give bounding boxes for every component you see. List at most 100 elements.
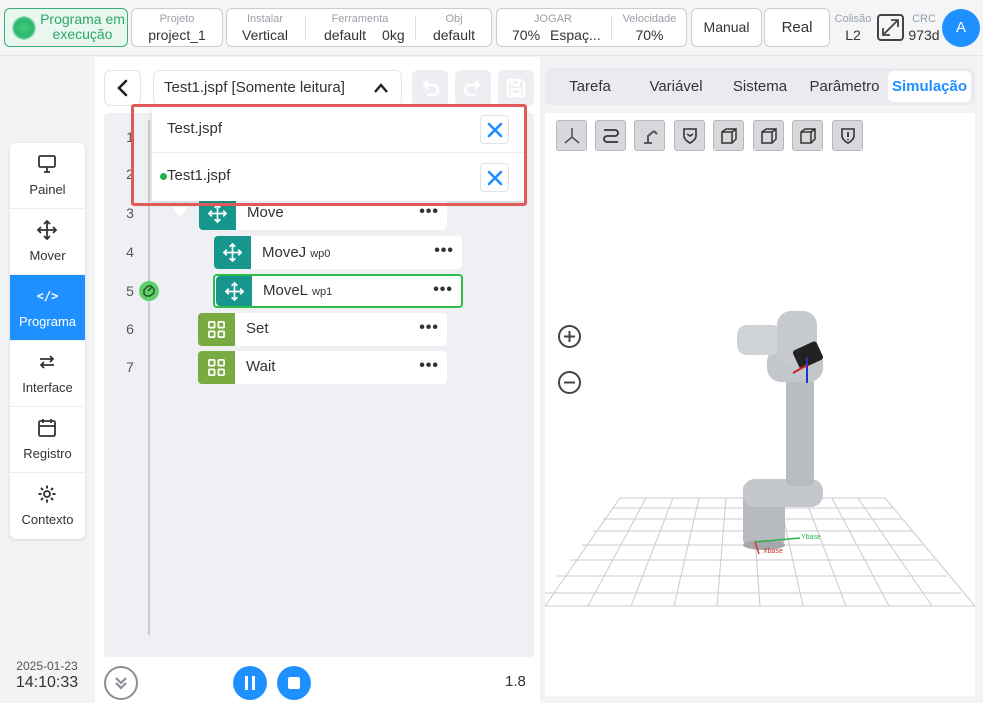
zoom-out-button[interactable] — [556, 369, 583, 396]
tab-sistema[interactable]: Sistema — [717, 71, 803, 102]
more-options-icon[interactable]: ••• — [434, 242, 454, 260]
shield-alert-icon — [841, 128, 855, 144]
real-mode-button[interactable]: Real — [764, 8, 830, 47]
nav-item-mover[interactable]: Mover — [10, 209, 85, 275]
user-avatar[interactable]: A — [942, 9, 980, 47]
nav-label: Registro — [23, 446, 72, 461]
close-file-button[interactable] — [480, 115, 509, 144]
object-value: default — [432, 27, 476, 43]
current-line-marker-icon — [139, 281, 159, 301]
crc-value: 973d — [908, 27, 940, 43]
save-icon — [506, 78, 526, 98]
robot-view-button[interactable] — [634, 120, 665, 151]
program-block-move[interactable]: Move ••• — [199, 197, 447, 230]
nav-item-registro[interactable]: Registro — [10, 407, 85, 473]
program-block-wait[interactable]: Wait ••• — [198, 351, 447, 384]
pause-button[interactable] — [233, 666, 267, 700]
redo-button[interactable] — [455, 70, 491, 106]
nav-item-interface[interactable]: Interface — [10, 341, 85, 407]
speed-readout: 1.8 — [505, 673, 526, 690]
nav-item-programa[interactable]: </> Programa — [10, 275, 85, 341]
grid-icon — [208, 321, 225, 338]
program-block-set[interactable]: Set ••• — [198, 313, 447, 346]
project-value: project_1 — [148, 27, 206, 43]
file-list-item[interactable]: Test1.jspf — [152, 153, 525, 200]
file-name: Test.jspf — [167, 120, 223, 137]
close-icon — [487, 122, 503, 138]
collapse-toggle-icon[interactable] — [172, 207, 188, 217]
line-number: 6 — [126, 321, 134, 337]
chevron-left-icon — [117, 79, 128, 97]
more-options-icon[interactable]: ••• — [419, 203, 439, 221]
object-selector[interactable]: Obj default — [417, 9, 491, 46]
zoom-in-button[interactable] — [556, 323, 583, 350]
safety-view-button[interactable] — [674, 120, 705, 151]
block-name: Move — [247, 204, 284, 221]
file-list-item[interactable]: Test.jspf — [152, 106, 525, 153]
active-file-indicator-icon — [160, 173, 167, 180]
block-name: Set — [246, 320, 269, 337]
running-indicator-icon — [12, 16, 36, 40]
program-block-movej[interactable]: MoveJ wp0 ••• — [214, 236, 462, 269]
program-block-movel[interactable]: MoveL wp1 ••• — [213, 274, 463, 308]
move-icon — [223, 243, 242, 262]
move-icon — [208, 204, 227, 223]
undo-button[interactable] — [412, 70, 448, 106]
tab-parametro[interactable]: Parâmetro — [803, 71, 886, 102]
manual-mode-button[interactable]: Manual — [691, 8, 762, 47]
zoom-out-icon — [558, 371, 581, 394]
tool-name: default — [324, 27, 367, 43]
speed-value: 70% — [635, 27, 664, 43]
install-selector[interactable]: Instalar Vertical — [227, 9, 303, 46]
tab-variavel[interactable]: Variável — [635, 71, 717, 102]
block-icon-bg — [199, 197, 236, 230]
file-selector[interactable]: Test1.jspf [Somente leitura] — [153, 70, 402, 106]
tool-label: Ferramenta — [331, 13, 389, 25]
nav-item-painel[interactable]: Painel — [10, 143, 85, 209]
object-label: Obj — [445, 13, 463, 25]
close-file-button[interactable] — [480, 163, 509, 192]
expand-icon[interactable] — [877, 14, 904, 41]
program-status-button[interactable]: Programa em execução — [4, 8, 128, 47]
simulation-viewport[interactable]: Ybase Xbase — [544, 113, 977, 696]
line-number: 5 — [126, 283, 134, 299]
path-view-button[interactable] — [595, 120, 626, 151]
pause-icon — [245, 676, 255, 690]
install-label: Instalar — [246, 13, 284, 25]
jog-selector[interactable]: JOGAR 70% Espaç... — [497, 9, 609, 46]
file-dropdown-list: Test.jspf Test1.jspf — [152, 106, 525, 201]
cube-icon — [761, 128, 777, 144]
more-options-icon[interactable]: ••• — [419, 357, 439, 375]
more-options-icon[interactable]: ••• — [433, 281, 453, 299]
axes-icon — [564, 128, 580, 144]
move-icon — [37, 220, 57, 240]
shield-icon — [683, 128, 697, 144]
axes-view-button[interactable] — [556, 120, 587, 151]
file-name: Test1.jspf — [167, 167, 231, 184]
block-name: MoveJ — [262, 244, 307, 261]
project-selector[interactable]: Projeto project_1 — [131, 8, 223, 47]
jog-percent: 70% — [512, 27, 541, 43]
speed-selector[interactable]: Velocidade 70% — [613, 9, 686, 46]
save-button[interactable] — [498, 70, 534, 106]
more-options-icon[interactable]: ••• — [419, 319, 439, 337]
line-number: 4 — [126, 244, 134, 260]
cube-top-view-button[interactable] — [792, 120, 823, 151]
tab-tarefa[interactable]: Tarefa — [545, 71, 635, 102]
robot-arm-icon — [644, 130, 658, 144]
block-icon-bg — [214, 236, 251, 269]
block-waypoint: wp0 — [310, 248, 331, 260]
tab-simulacao[interactable]: Simulação — [888, 71, 971, 102]
scroll-to-current-button[interactable] — [104, 666, 138, 700]
tool-selector[interactable]: Ferramenta default 0kg — [307, 9, 413, 46]
stop-button[interactable] — [277, 666, 311, 700]
cube-front-view-button[interactable] — [713, 120, 744, 151]
cube-side-view-button[interactable] — [753, 120, 784, 151]
swap-icon — [39, 355, 55, 369]
nav-item-contexto[interactable]: Contexto — [10, 473, 85, 539]
back-button[interactable] — [104, 70, 141, 106]
robot-3d-view — [544, 311, 977, 607]
collision-label: Colisão — [834, 13, 872, 25]
warning-view-button[interactable] — [832, 120, 863, 151]
left-navigation: Painel Mover </> Programa Interface Regi… — [10, 143, 85, 539]
